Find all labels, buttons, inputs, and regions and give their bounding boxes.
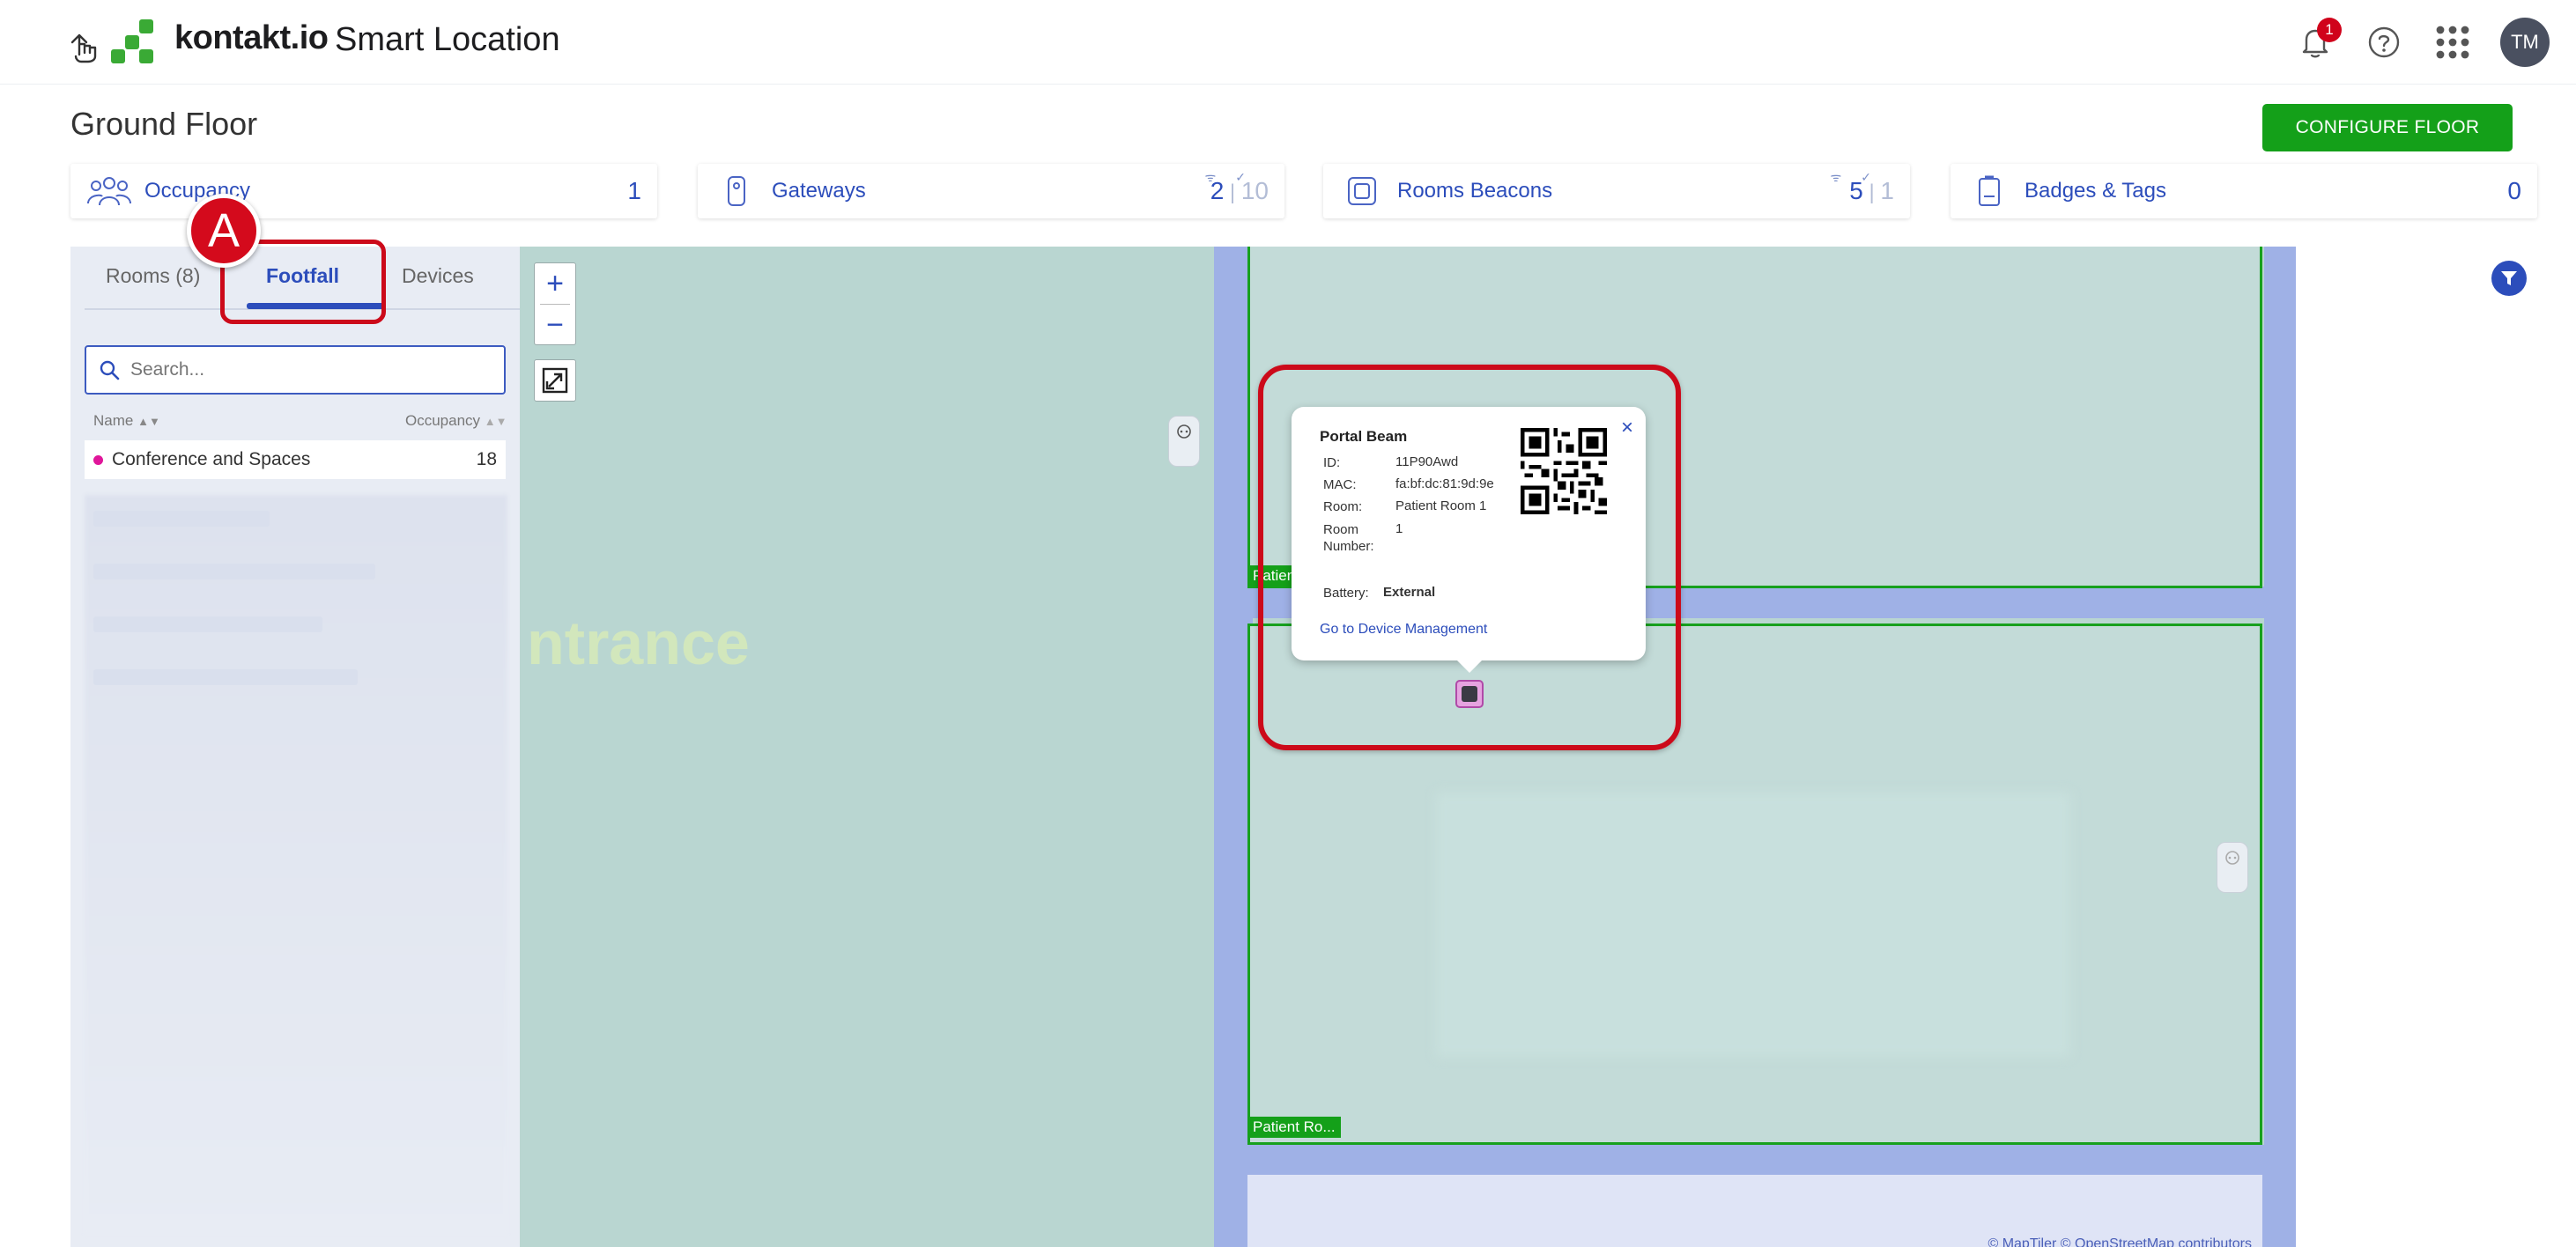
occupancy-card[interactable]: Occupancy 1 xyxy=(70,164,657,218)
product-name: Smart Location xyxy=(335,21,560,58)
category-color-dot xyxy=(93,454,103,465)
name-column-label: Name xyxy=(93,412,134,429)
badges-tags-value: 0 xyxy=(2507,177,2521,204)
blurred-row xyxy=(93,669,358,685)
page-title: Ground Floor xyxy=(70,106,258,142)
gateway-icon xyxy=(714,173,759,209)
occupancy-column-label: Occupancy xyxy=(405,412,481,429)
gateways-card[interactable]: Gateways ᯤ✓ 2 | 10 xyxy=(698,164,1284,218)
beacon-icon[interactable] xyxy=(1168,416,1200,467)
filter-icon xyxy=(2501,271,2517,285)
configure-floor-button[interactable]: CONFIGURE FLOOR xyxy=(2262,104,2513,151)
room-label[interactable]: Patient Ro... xyxy=(1247,1117,1341,1138)
apps-grid-icon xyxy=(2436,26,2469,59)
search-input[interactable] xyxy=(130,359,483,380)
map-margin xyxy=(2296,247,2576,1247)
app-header: kontakt.io Smart Location 1 TM xyxy=(0,0,2576,85)
fullscreen-button[interactable] xyxy=(534,359,576,402)
brand-name: kontakt.io xyxy=(174,19,329,56)
apps-button[interactable] xyxy=(2432,21,2474,63)
help-icon xyxy=(2368,26,2400,58)
gateways-label: Gateways xyxy=(772,179,866,203)
name-column-header[interactable]: Name ▲▼ xyxy=(93,412,160,430)
beacon-status-icons: ᯤ✓ xyxy=(1830,170,1891,184)
hand-icon[interactable] xyxy=(65,25,106,65)
zoom-in-button[interactable]: + xyxy=(535,263,575,304)
blurred-list-area xyxy=(85,495,507,1235)
kontakt-logo-icon[interactable] xyxy=(109,18,159,67)
search-icon xyxy=(100,360,120,380)
search-box[interactable] xyxy=(85,345,506,395)
annotation-marker-a: A xyxy=(187,194,261,268)
beacon-icon[interactable] xyxy=(2217,842,2248,893)
expand-icon xyxy=(542,367,568,394)
highlight-device-popup xyxy=(1258,365,1681,750)
zoom-out-button[interactable]: − xyxy=(535,305,575,345)
header-actions: 1 TM xyxy=(2294,16,2550,69)
blurred-area xyxy=(1436,793,2070,1057)
badges-tags-label: Badges & Tags xyxy=(2025,179,2167,203)
occupancy-column-header[interactable]: Occupancy ▲▼ xyxy=(405,412,507,430)
list-item-value: 18 xyxy=(476,449,497,469)
help-button[interactable] xyxy=(2363,21,2405,63)
list-item-name: Conference and Spaces xyxy=(112,449,311,469)
room-beacon-icon xyxy=(1339,173,1385,209)
list-item[interactable]: Conference and Spaces 18 xyxy=(85,440,506,479)
corridor xyxy=(2264,247,2296,1247)
gateway-status-icons: ᯤ✓ xyxy=(1204,170,1265,184)
rooms-beacons-label: Rooms Beacons xyxy=(1397,179,1553,203)
sort-icon: ▲▼ xyxy=(137,415,160,428)
badges-tags-card[interactable]: Badges & Tags 0 xyxy=(1951,164,2537,218)
blurred-row xyxy=(93,616,322,632)
notifications-button[interactable]: 1 xyxy=(2294,18,2342,63)
map-attribution: © MapTiler © OpenStreetMap contributors xyxy=(1988,1236,2252,1247)
rooms-beacons-card[interactable]: Rooms Beacons ᯤ✓ 5 | 1 xyxy=(1323,164,1910,218)
entrance-label: ntrance xyxy=(527,609,750,677)
blurred-row xyxy=(93,564,375,579)
zoom-controls: + − xyxy=(534,262,576,345)
blurred-row xyxy=(93,511,270,527)
sort-icon: ▲▼ xyxy=(484,415,507,428)
badge-icon xyxy=(1966,173,2012,209)
tab-devices[interactable]: Devices xyxy=(402,264,474,288)
tab-rooms[interactable]: Rooms (8) xyxy=(106,264,200,288)
occupancy-value: 1 xyxy=(627,177,641,204)
smart-location-page: kontakt.io Smart Location 1 TM Ground Fl… xyxy=(0,0,2576,1247)
user-avatar[interactable]: TM xyxy=(2500,18,2550,67)
people-icon xyxy=(86,173,132,209)
notification-count-badge: 1 xyxy=(2317,18,2342,42)
filter-button[interactable] xyxy=(2491,261,2527,296)
left-panel: Rooms (8) Footfall Devices Name ▲▼ Occup… xyxy=(70,247,578,1247)
